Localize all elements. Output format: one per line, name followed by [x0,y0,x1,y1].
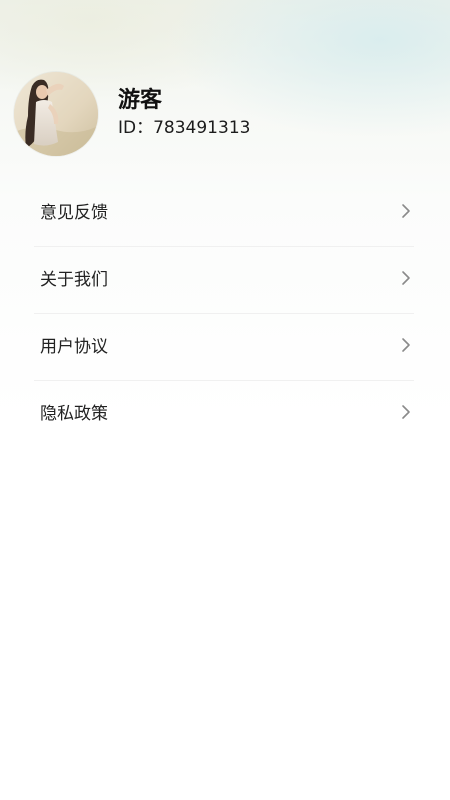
avatar-photo-icon [14,72,98,156]
menu-item-label: 用户协议 [40,337,108,357]
menu-item-label: 隐私政策 [40,404,108,424]
settings-menu: 意见反馈 关于我们 用户协议 隐私政策 [34,180,414,447]
user-id: ID：783491313 [118,118,251,138]
menu-item-label: 意见反馈 [40,203,108,223]
username: 游客 [118,88,163,113]
menu-item-about-us[interactable]: 关于我们 [34,247,414,314]
chevron-right-icon [402,204,410,218]
menu-item-feedback[interactable]: 意见反馈 [34,180,414,247]
menu-item-privacy-policy[interactable]: 隐私政策 [34,381,414,447]
chevron-right-icon [402,271,410,285]
chevron-right-icon [402,405,410,419]
menu-item-user-agreement[interactable]: 用户协议 [34,314,414,381]
profile-header: 游客 ID：783491313 [14,72,434,156]
chevron-right-icon [402,338,410,352]
avatar[interactable] [14,72,98,156]
menu-item-label: 关于我们 [40,270,108,290]
